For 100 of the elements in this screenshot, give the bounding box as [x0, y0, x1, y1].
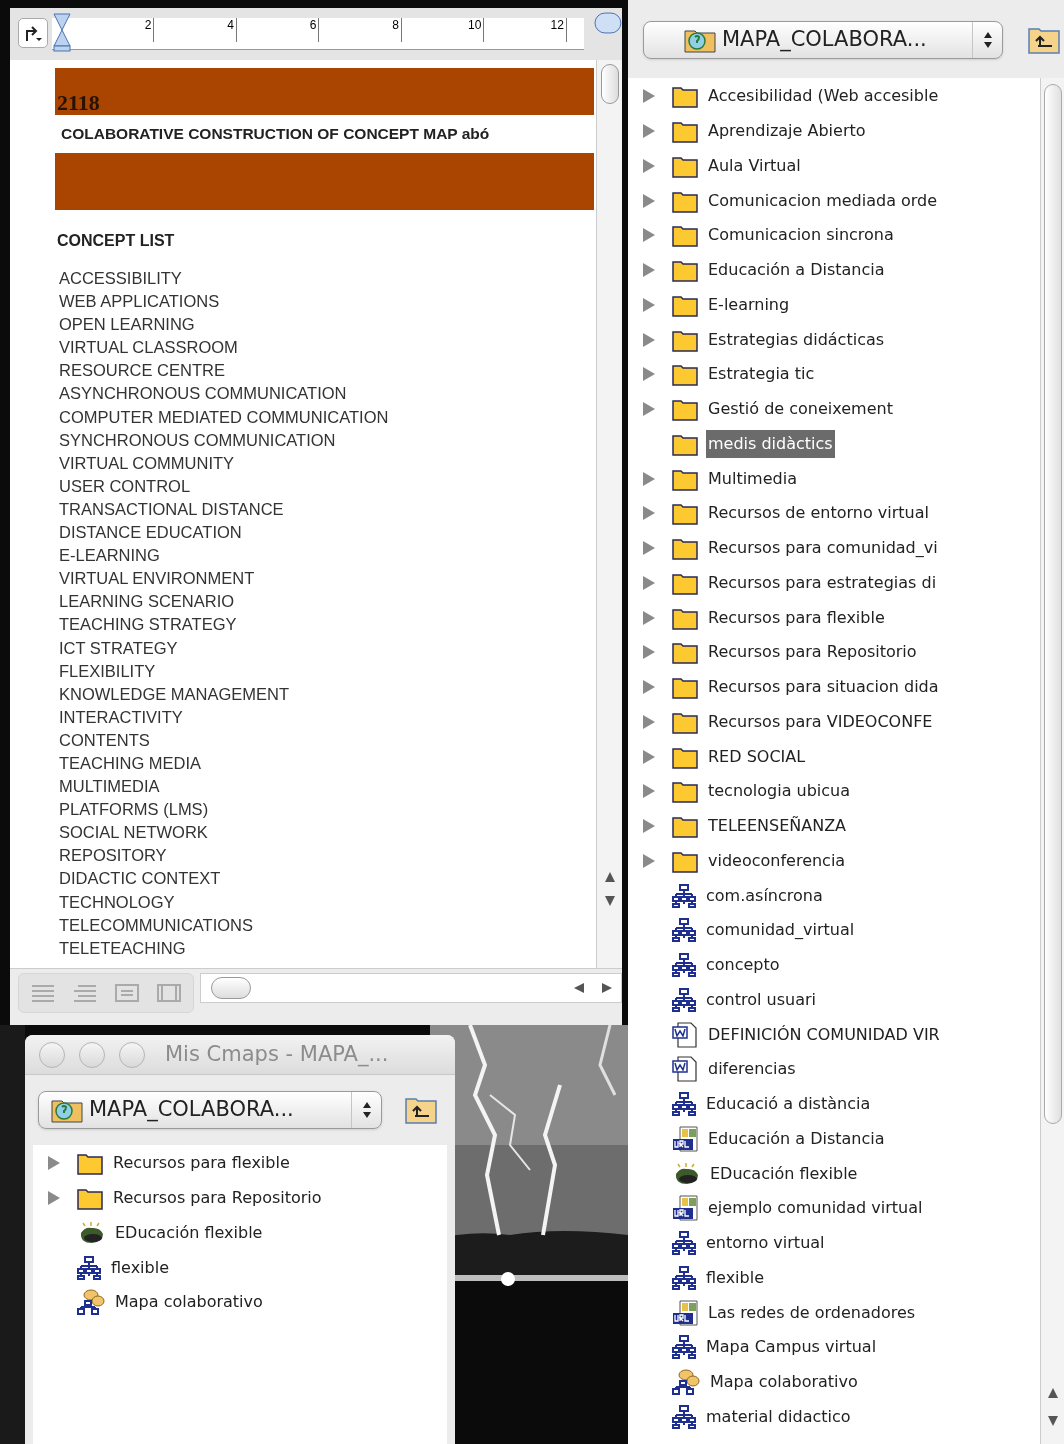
tree-item[interactable]: Recursos para flexible	[111, 1149, 292, 1178]
disclosure-triangle-icon[interactable]	[47, 1190, 61, 1207]
scroll-down-arrow-icon[interactable]	[1046, 1414, 1059, 1428]
tree-item[interactable]: concepto	[704, 951, 782, 980]
disclosure-triangle-icon[interactable]	[47, 1155, 61, 1172]
disclosure-triangle-icon[interactable]	[642, 748, 656, 765]
tree-item[interactable]: material didactico	[704, 1402, 853, 1431]
tree-item[interactable]: Aula Virtual	[706, 151, 803, 180]
tree-item[interactable]: EDucación flexible	[708, 1159, 860, 1188]
disclosure-triangle-icon[interactable]	[642, 679, 656, 696]
view-mode-icon[interactable]	[29, 982, 57, 1004]
tree-item[interactable]: Recursos para VIDEOCONFE	[706, 707, 935, 736]
disclosure-triangle-icon[interactable]	[642, 783, 656, 800]
disclosure-triangle-icon[interactable]	[642, 366, 656, 383]
tree-item[interactable]: Multimedia	[706, 464, 799, 493]
tree-item[interactable]: E-learning	[706, 290, 792, 319]
tree-item[interactable]: RED SOCIAL	[706, 742, 808, 771]
window-control-button[interactable]	[119, 1041, 145, 1068]
tree-item[interactable]: Recursos de entorno virtual	[706, 499, 931, 528]
tree-item[interactable]: DEFINICIÓN COMUNIDAD VIR	[706, 1020, 942, 1049]
tree-item[interactable]: Comunicacion sincrona	[706, 221, 896, 250]
vertical-scrollbar[interactable]	[1040, 78, 1064, 1444]
scroll-thumb[interactable]	[211, 977, 251, 999]
tree-item[interactable]: flexible	[109, 1253, 171, 1282]
tree-item[interactable]: Recursos para comunidad_vi	[706, 534, 940, 563]
tab-stop-button[interactable]	[18, 18, 48, 48]
hierarchy-icon	[672, 1404, 696, 1429]
disclosure-triangle-icon[interactable]	[642, 227, 656, 244]
disclosure-triangle-icon[interactable]	[642, 644, 656, 661]
disclosure-triangle-icon[interactable]	[642, 123, 656, 140]
tree-item[interactable]: Educación a Distancia	[706, 1124, 887, 1153]
map-folder-icon	[684, 27, 716, 53]
tree-item[interactable]: Educación a Distancia	[706, 256, 887, 285]
scroll-thumb[interactable]	[1043, 84, 1062, 1124]
tree-item[interactable]: Recursos para flexible	[706, 603, 887, 632]
scroll-right-arrow-icon[interactable]	[601, 982, 613, 994]
indent-marker-icon[interactable]	[51, 12, 72, 52]
folder-icon	[672, 675, 698, 700]
tree-item[interactable]: Mapa colaborativo	[708, 1368, 860, 1397]
scroll-left-arrow-icon[interactable]	[573, 982, 585, 994]
tree-item[interactable]: videoconferencia	[706, 846, 848, 875]
tree-item[interactable]: diferencias	[706, 1055, 798, 1084]
scroll-down-arrow-icon[interactable]	[603, 894, 616, 908]
tree-item[interactable]: control usuari	[704, 985, 818, 1014]
view-mode-icon[interactable]	[71, 982, 99, 1004]
view-mode-icon[interactable]	[155, 982, 183, 1004]
disclosure-triangle-icon[interactable]	[642, 401, 656, 418]
tree-item[interactable]: ejemplo comunidad virtual	[706, 1194, 925, 1223]
scroll-up-arrow-icon[interactable]	[603, 870, 616, 884]
disclosure-triangle-icon[interactable]	[642, 331, 656, 348]
disclosure-triangle-icon[interactable]	[642, 609, 656, 626]
disclosure-triangle-icon[interactable]	[642, 157, 656, 174]
disclosure-triangle-icon[interactable]	[642, 818, 656, 835]
tree-item[interactable]: EDucación flexible	[113, 1218, 265, 1247]
disclosure-triangle-icon[interactable]	[642, 88, 656, 105]
tree-item[interactable]: Mapa colaborativo	[113, 1288, 265, 1317]
tree-item[interactable]: entorno virtual	[704, 1229, 827, 1258]
tree-item[interactable]: Las redes de ordenadores	[706, 1298, 918, 1327]
tree-item[interactable]: Recursos para situacion dida	[706, 673, 941, 702]
tree-item[interactable]: tecnologia ubicua	[706, 777, 853, 806]
parent-folder-button[interactable]	[1027, 25, 1061, 55]
vertical-scrollbar[interactable]	[596, 60, 622, 968]
disclosure-triangle-icon[interactable]	[642, 852, 656, 869]
disclosure-triangle-icon[interactable]	[642, 574, 656, 591]
tree-item[interactable]: Recursos para Repositorio	[111, 1184, 324, 1213]
horizontal-scrollbar[interactable]	[200, 973, 622, 1003]
scroll-up-arrow-icon[interactable]	[1046, 1386, 1059, 1400]
location-dropdown[interactable]: MAPA_COLABORA...	[38, 1091, 382, 1129]
tree-item[interactable]: Recursos para Repositorio	[706, 638, 919, 667]
disclosure-triangle-icon[interactable]	[642, 192, 656, 209]
tree-item[interactable]: Educació a distància	[704, 1090, 873, 1119]
window-control-button[interactable]	[79, 1041, 105, 1068]
tree-item[interactable]: Comunicacion mediada orde	[706, 186, 940, 215]
disclosure-triangle-icon[interactable]	[642, 262, 656, 279]
tree-item[interactable]: Estrategias didácticas	[706, 325, 887, 354]
parent-folder-button[interactable]	[404, 1095, 438, 1125]
window-control-button[interactable]	[39, 1041, 65, 1068]
disclosure-triangle-icon[interactable]	[642, 540, 656, 557]
tree-item[interactable]: medis didàctics	[706, 429, 835, 458]
disclosure-triangle-icon[interactable]	[642, 470, 656, 487]
tree-item[interactable]: Accesibilidad (Web accesible	[706, 82, 941, 111]
tree-item[interactable]: TELEENSEÑANZA	[706, 812, 849, 841]
disclosure-triangle-icon[interactable]	[642, 505, 656, 522]
disclosure-triangle-icon[interactable]	[642, 296, 656, 313]
tree-item[interactable]: Estrategia tic	[706, 360, 817, 389]
concept-item: ACCESSIBILITY	[59, 268, 183, 289]
tree-item[interactable]: Aprendizaje Abierto	[706, 117, 868, 146]
tree-item[interactable]: Mapa Campus virtual	[704, 1333, 879, 1362]
view-mode-icon[interactable]	[113, 982, 141, 1004]
scroll-thumb[interactable]	[600, 64, 619, 104]
tree-item[interactable]: com.asíncrona	[704, 881, 825, 910]
tree-item[interactable]: Recursos para estrategias di	[706, 568, 939, 597]
tree-item[interactable]: flexible	[704, 1263, 766, 1292]
location-dropdown[interactable]: MAPA_COLABORA...	[643, 21, 1003, 59]
tree-item[interactable]: Gestió de coneixement	[706, 395, 895, 424]
folder-icon	[77, 1186, 103, 1211]
concept-item: RESOURCE CENTRE	[59, 360, 226, 382]
tree-item[interactable]: comunidad_virtual	[704, 916, 857, 945]
disclosure-triangle-icon[interactable]	[642, 713, 656, 730]
scroll-thumb-icon[interactable]	[594, 12, 622, 34]
